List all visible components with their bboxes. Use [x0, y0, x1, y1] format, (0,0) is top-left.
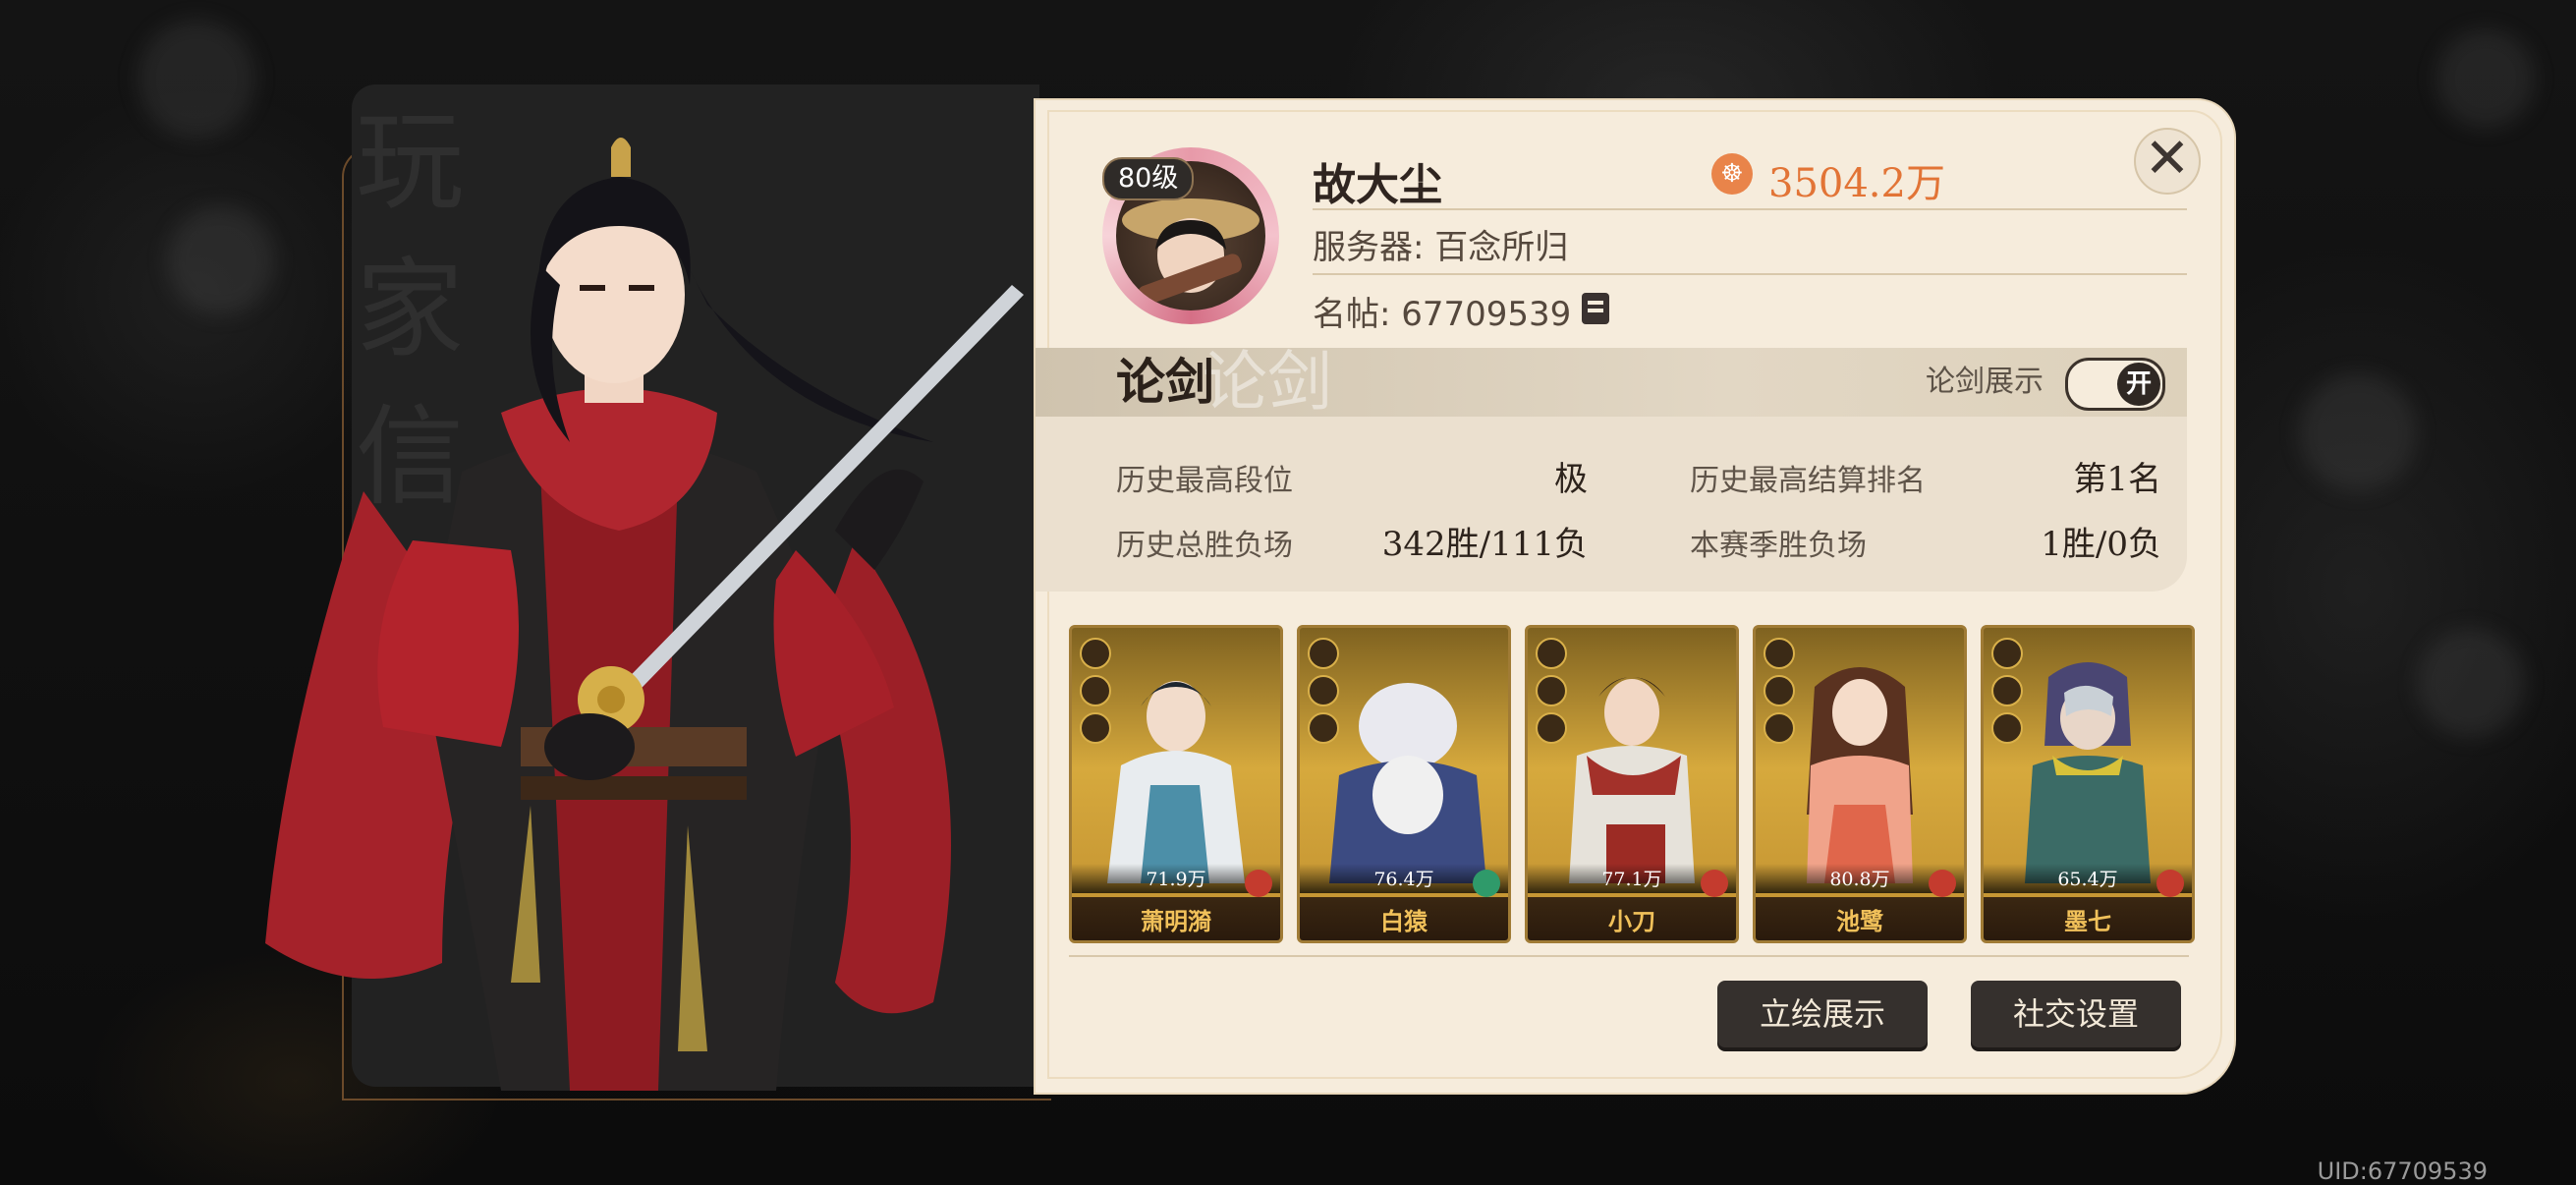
- hero-name: 小刀: [1608, 907, 1655, 935]
- divider: [1069, 955, 2189, 957]
- power-icon: ☸: [1711, 153, 1753, 195]
- server-name: 服务器: 百念所归: [1313, 228, 1569, 267]
- fire-element-icon: [1701, 870, 1728, 897]
- background-blob: [2436, 29, 2535, 128]
- hero-card-art: [1329, 683, 1486, 883]
- hero-card[interactable]: 65.4万 墨七: [1981, 625, 2195, 943]
- stat-label: 历史总胜负场: [1116, 529, 1293, 563]
- hero-portrait: [265, 138, 1024, 1091]
- hero-name: 墨七: [2064, 907, 2111, 935]
- social-settings-button[interactable]: 社交设置: [1971, 981, 2181, 1047]
- display-toggle[interactable]: 开: [2065, 358, 2165, 411]
- hero-card[interactable]: 76.4万 白猿: [1297, 625, 1511, 943]
- copy-icon[interactable]: [1582, 293, 1609, 324]
- avatar[interactable]: 80级: [1102, 147, 1279, 324]
- display-toggle-label: 论剑展示: [1926, 365, 2044, 399]
- stat-value: 第1名: [2073, 460, 2161, 499]
- hero-card[interactable]: 71.9万 萧明漪: [1069, 625, 1283, 943]
- hero-lineup: 71.9万 萧明漪 76.4万 白猿 77.1万 小刀 80.8万 池鹭 65.…: [1069, 625, 2195, 943]
- player-name: 故大尘: [1313, 160, 1442, 210]
- fire-element-icon: [1245, 870, 1272, 897]
- fire-element-icon: [2156, 870, 2184, 897]
- skill-icons: [1536, 638, 1567, 750]
- background-blob: [138, 20, 255, 138]
- skill-icons: [1080, 638, 1111, 750]
- uid-label: UID:67709539: [2317, 1157, 2488, 1185]
- wind-element-icon: [1473, 870, 1500, 897]
- section-title-ghost: 论剑: [1203, 344, 1332, 420]
- hero-card[interactable]: 77.1万 小刀: [1525, 625, 1739, 943]
- stats-box: 历史最高段位 极 历史最高结算排名 第1名 历史总胜负场 342胜/111负 本…: [1036, 417, 2187, 592]
- hero-name: 萧明漪: [1141, 907, 1211, 935]
- close-button[interactable]: ✕: [2134, 128, 2201, 195]
- hero-card-art: [1569, 677, 1695, 883]
- background-blob: [2417, 629, 2525, 737]
- hero-name: 池鹭: [1836, 907, 1883, 935]
- level-badge: 80级: [1102, 157, 1195, 200]
- stat-value: 1胜/0负: [2041, 525, 2161, 564]
- toggle-knob: 开: [2117, 363, 2160, 406]
- background-blob: [2299, 373, 2417, 491]
- hero-name: 白猿: [1380, 907, 1428, 935]
- stat-value: 极: [1554, 460, 1588, 499]
- hero-card-art: [1807, 667, 1913, 883]
- skill-icons: [1308, 638, 1339, 750]
- divider: [1313, 273, 2187, 275]
- player-power: 3504.2万: [1768, 161, 1945, 206]
- stat-label: 历史最高结算排名: [1690, 464, 1926, 498]
- stat-label: 本赛季胜负场: [1690, 529, 1867, 563]
- hero-card-art: [1107, 681, 1245, 883]
- hero-card-art: [2025, 662, 2151, 883]
- skill-icons: [1991, 638, 2023, 750]
- player-info-panel: 80级 故大尘 ☸ 3504.2万 ✕ 服务器: 百念所归 名帖: 677095…: [1034, 98, 2236, 1095]
- divider: [1313, 208, 2187, 210]
- section-title: 论剑: [1116, 353, 1214, 411]
- portrait-show-button[interactable]: 立绘展示: [1717, 981, 1928, 1047]
- fire-element-icon: [1929, 870, 1956, 897]
- player-card-id: 名帖: 67709539: [1313, 295, 1572, 334]
- stat-value: 342胜/111负: [1381, 525, 1588, 564]
- stat-label: 历史最高段位: [1116, 464, 1293, 498]
- skill-icons: [1764, 638, 1795, 750]
- hero-card[interactable]: 80.8万 池鹭: [1753, 625, 1967, 943]
